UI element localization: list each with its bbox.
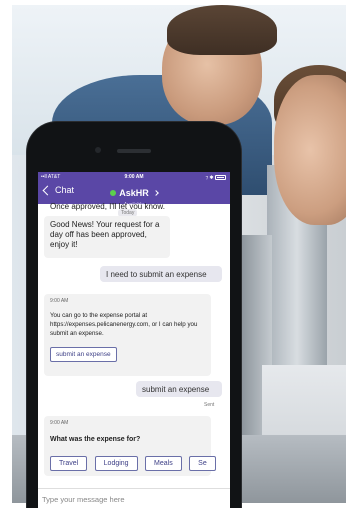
chevron-right-icon <box>152 190 159 196</box>
submit-expense-button[interactable]: submit an expense <box>50 347 117 362</box>
chat-title-text: AskHR <box>119 188 149 198</box>
choice-more-button[interactable]: Se <box>189 456 216 471</box>
status-right-icons: ⁊ ✱ <box>206 174 226 181</box>
bot-message-expense-type: 9:00 AM What was the expense for? Travel… <box>44 416 216 476</box>
message-composer <box>38 488 230 508</box>
message-text: You can go to the expense portal at http… <box>50 312 198 337</box>
presence-dot-icon <box>110 190 117 196</box>
partial-message: Once approved, I'll let you know. <box>50 202 165 211</box>
message-timestamp: 9:00 AM <box>50 298 69 304</box>
battery-icon <box>215 175 226 180</box>
choice-travel-button[interactable]: Travel <box>50 456 88 471</box>
speaker-grille <box>117 149 151 153</box>
user-message: I need to submit an expense <box>100 266 222 282</box>
choice-lodging-button[interactable]: Lodging <box>94 456 138 471</box>
question-text: What was the expense for? <box>50 436 141 443</box>
chat-history[interactable]: Once approved, I'll let you know. Today … <box>38 202 230 488</box>
bot-message-approval: Good News! Your request for a day off ha… <box>44 216 170 258</box>
status-time: 9:00 AM <box>124 174 144 180</box>
user-message: submit an expense <box>136 381 222 397</box>
sent-status: Sent <box>204 402 215 408</box>
phone-screen: ••ll AT&T 9:00 AM ⁊ ✱ Chat AskHR Availab… <box>38 172 230 508</box>
message-timestamp: 9:00 AM <box>50 420 69 426</box>
person-left-hair <box>167 5 277 55</box>
message-input[interactable] <box>38 490 230 508</box>
person-right-face <box>274 75 346 225</box>
choice-meals-button[interactable]: Meals <box>145 456 182 471</box>
bot-message-expense-portal: 9:00 AM You can go to the expense portal… <box>44 294 211 376</box>
camera-icon <box>95 147 101 153</box>
app-header: ••ll AT&T 9:00 AM ⁊ ✱ Chat AskHR Availab… <box>38 172 230 208</box>
bluetooth-icon: ⁊ ✱ <box>205 175 214 181</box>
quick-reply-row: Travel Lodging Meals Se <box>50 452 230 471</box>
status-bar: ••ll AT&T 9:00 AM ⁊ ✱ <box>38 174 230 182</box>
